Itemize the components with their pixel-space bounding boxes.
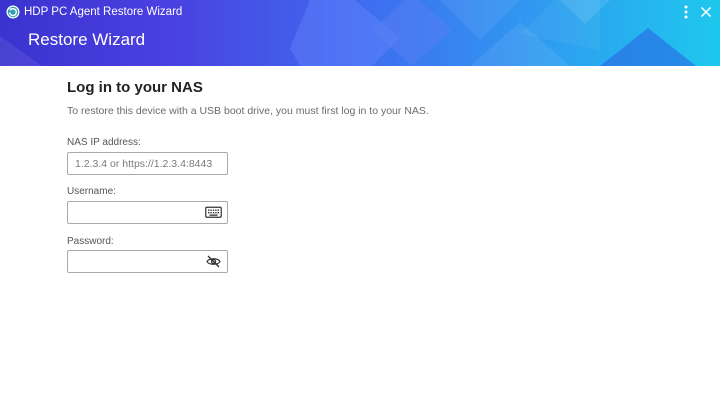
more-options-icon[interactable] [680,4,692,20]
header-banner: HDP PC Agent Restore Wizard Restore Wiza… [0,0,720,66]
username-input[interactable] [68,202,205,223]
page-title: Log in to your NAS [67,79,203,96]
nas-ip-input[interactable] [68,153,225,174]
title-bar: HDP PC Agent Restore Wizard [0,0,720,24]
keyboard-icon[interactable] [205,205,222,220]
password-input[interactable] [68,251,205,272]
username-field [67,201,228,224]
login-form: Log in to your NAS To restore this devic… [67,78,667,273]
app-title: HDP PC Agent Restore Wizard [24,6,183,18]
username-label: Username: [67,186,116,197]
nas-ip-field [67,152,228,175]
close-icon[interactable] [698,4,714,20]
page-description: To restore this device with a USB boot d… [67,105,429,117]
nas-ip-label: NAS IP address: [67,137,141,148]
restore-wizard-window: HDP PC Agent Restore Wizard Restore Wiza… [0,0,720,405]
password-field [67,250,228,273]
eye-off-icon[interactable] [205,254,222,269]
app-logo-icon [6,5,20,19]
header-title: Restore Wizard [28,30,146,49]
password-label: Password: [67,236,114,247]
